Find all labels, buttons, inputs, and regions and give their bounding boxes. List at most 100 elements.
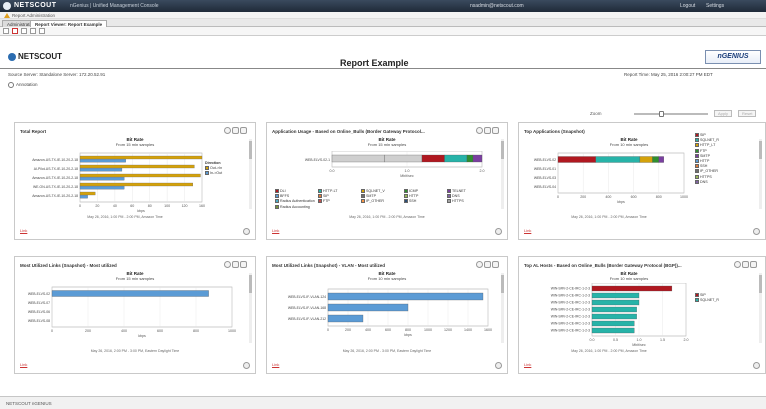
panel-title: Most Utilized Links (Snapshot) - VLAN - … (272, 263, 385, 268)
notice-bar: Report Administration (0, 12, 766, 19)
panel-link[interactable]: Link (20, 228, 27, 233)
chart-most-utilized-vlan: 0 200 400 600 800 1000 1200 1400 1600 kbps WEB-ELV… (288, 288, 492, 337)
chart-type-icon[interactable] (484, 261, 491, 268)
y-tick-label: WE-ON-US-TX-IE-10-20-2-18 (33, 185, 78, 189)
x-tick-label: 2.0 (684, 338, 689, 342)
legend-item: FTP (318, 199, 361, 204)
x-tick-label: 400 (605, 195, 611, 199)
x-tick-label: 0.5 (613, 338, 618, 342)
panel-expand-button[interactable] (753, 228, 760, 235)
panel-link[interactable]: Link (272, 228, 279, 233)
bar (79, 195, 88, 199)
pdf-icon[interactable] (12, 28, 18, 34)
notice-text[interactable]: Report Administration (12, 13, 55, 18)
x-tick-label: 200 (345, 328, 351, 332)
export-icon[interactable] (492, 127, 499, 134)
x-axis-label: kbps (617, 200, 625, 204)
y-tick-label: Amazon-US-TX-IE-10-20-2-18 (32, 194, 78, 198)
reset-button[interactable]: Reset (738, 110, 757, 117)
panel-title: Top Applications (Snapshot) (524, 129, 585, 134)
more-icon[interactable] (476, 127, 483, 134)
x-tick-label: 20 (95, 204, 99, 208)
bar (327, 303, 409, 312)
y-tick-label: WIN-SRV-2-CE-IRC-1-2-3 (551, 287, 590, 291)
export-icon[interactable] (492, 261, 499, 268)
bar-segment (331, 154, 385, 163)
zoom-slider-knob[interactable] (658, 111, 664, 117)
bar (79, 191, 96, 196)
report-title: Report Example (340, 58, 409, 68)
x-tick-label: 0 (557, 195, 559, 199)
export-icon[interactable] (240, 127, 247, 134)
more-icon[interactable] (734, 261, 741, 268)
bar (79, 182, 193, 187)
footer-text: NETSCOUT nGENIUS (6, 401, 52, 406)
y-tick-label: Amazon-US-TX-IE-10-20-2-18 (32, 176, 78, 180)
more-icon[interactable] (224, 261, 231, 268)
chart-footnote: May 26, 2016, 1:00 PM - 2:00 PM, Amazon … (87, 215, 163, 219)
print-icon[interactable] (30, 28, 36, 34)
y-tick-label: WEB-ELVS-IF-VLAN-124 (288, 295, 326, 299)
more-icon[interactable] (224, 127, 231, 134)
export-icon[interactable] (750, 261, 757, 268)
panel-expand-button[interactable] (753, 362, 760, 369)
panel-expand-button[interactable] (243, 228, 250, 235)
panel-scrollbar[interactable] (759, 273, 762, 343)
refresh-icon[interactable] (39, 28, 45, 34)
panel-scrollbar[interactable] (249, 139, 252, 209)
bar (591, 306, 637, 313)
panel-link[interactable]: Link (524, 228, 531, 233)
bar (51, 290, 209, 297)
more-icon[interactable] (476, 261, 483, 268)
bar (327, 314, 364, 323)
app-brand: NETSCOUT (14, 2, 57, 9)
save-icon[interactable] (3, 28, 9, 34)
x-tick-label: 100 (164, 204, 170, 208)
x-tick-label: 200 (85, 329, 91, 333)
tab-report-viewer[interactable]: Report Viewer: Report Example (30, 20, 108, 27)
panel-link[interactable]: Link (524, 362, 531, 367)
report-time: Report Time: May 25, 2016 2:00:27 PM EDT (624, 72, 713, 77)
dropdown-icon[interactable] (21, 28, 27, 34)
x-tick-label: 800 (405, 328, 411, 332)
report-toolbar (0, 27, 766, 36)
chart-type-icon[interactable] (232, 261, 239, 268)
panel-expand-button[interactable] (495, 228, 502, 235)
panel-link[interactable]: Link (272, 362, 279, 367)
apply-button[interactable]: Apply (714, 110, 733, 117)
zoom-slider[interactable] (634, 111, 708, 117)
panel-total-report: Total Report Bit Rate From 15 min samples… (14, 122, 256, 240)
legend-item: In->Out (205, 171, 222, 176)
panel-link[interactable]: Link (20, 362, 27, 367)
panel-top-applications: Top Applications (Snapshot) Bit Rate From… (518, 122, 766, 240)
panel-scrollbar[interactable] (501, 273, 504, 343)
legend-item: Radius Accounting (275, 205, 318, 210)
settings-link[interactable]: Settings (706, 3, 724, 9)
panel-expand-button[interactable] (243, 362, 250, 369)
y-tick-label: WEB-ELVS-02 (534, 158, 556, 162)
chart-type-icon[interactable] (742, 261, 749, 268)
chart-type-icon[interactable] (232, 127, 239, 134)
bar-segment (658, 156, 664, 163)
y-tick-label: WIN-SRV-2-CE-IRC-1-2-3 (551, 322, 590, 326)
chart-total-report: 0 20 40 60 80 100 120 160 kbps Amazon-US-TX-IE-10… (32, 152, 205, 213)
export-icon[interactable] (240, 261, 247, 268)
chart-application-usage: 0.0 1.0 2.0 Mbit/sec WEB-ELVS-02-1 (305, 151, 485, 178)
x-tick-label: 200 (580, 195, 586, 199)
panel-expand-button[interactable] (495, 362, 502, 369)
x-tick-label: 1600 (484, 328, 492, 332)
panel-scrollbar[interactable] (501, 139, 504, 209)
y-tick-label: WEB-ELVS-03 (534, 176, 556, 180)
x-tick-label: 1200 (444, 328, 452, 332)
panel-most-utilized-links: Most Utilized Links (Snapshot) - Most ut… (14, 256, 256, 374)
annotation-toggle[interactable]: Annotation (8, 82, 38, 88)
chart-type-icon[interactable] (484, 127, 491, 134)
bar-segment (472, 154, 483, 163)
y-tick-label: WIN-SRV-2-CE-IRC-1-2-3 (551, 294, 590, 298)
x-tick-label: 80 (148, 204, 152, 208)
logout-link[interactable]: Logout (680, 3, 695, 9)
x-tick-label: 1.0 (637, 338, 642, 342)
header-divider (0, 68, 766, 69)
panel-scrollbar[interactable] (249, 273, 252, 343)
panel-scrollbar[interactable] (759, 139, 762, 209)
